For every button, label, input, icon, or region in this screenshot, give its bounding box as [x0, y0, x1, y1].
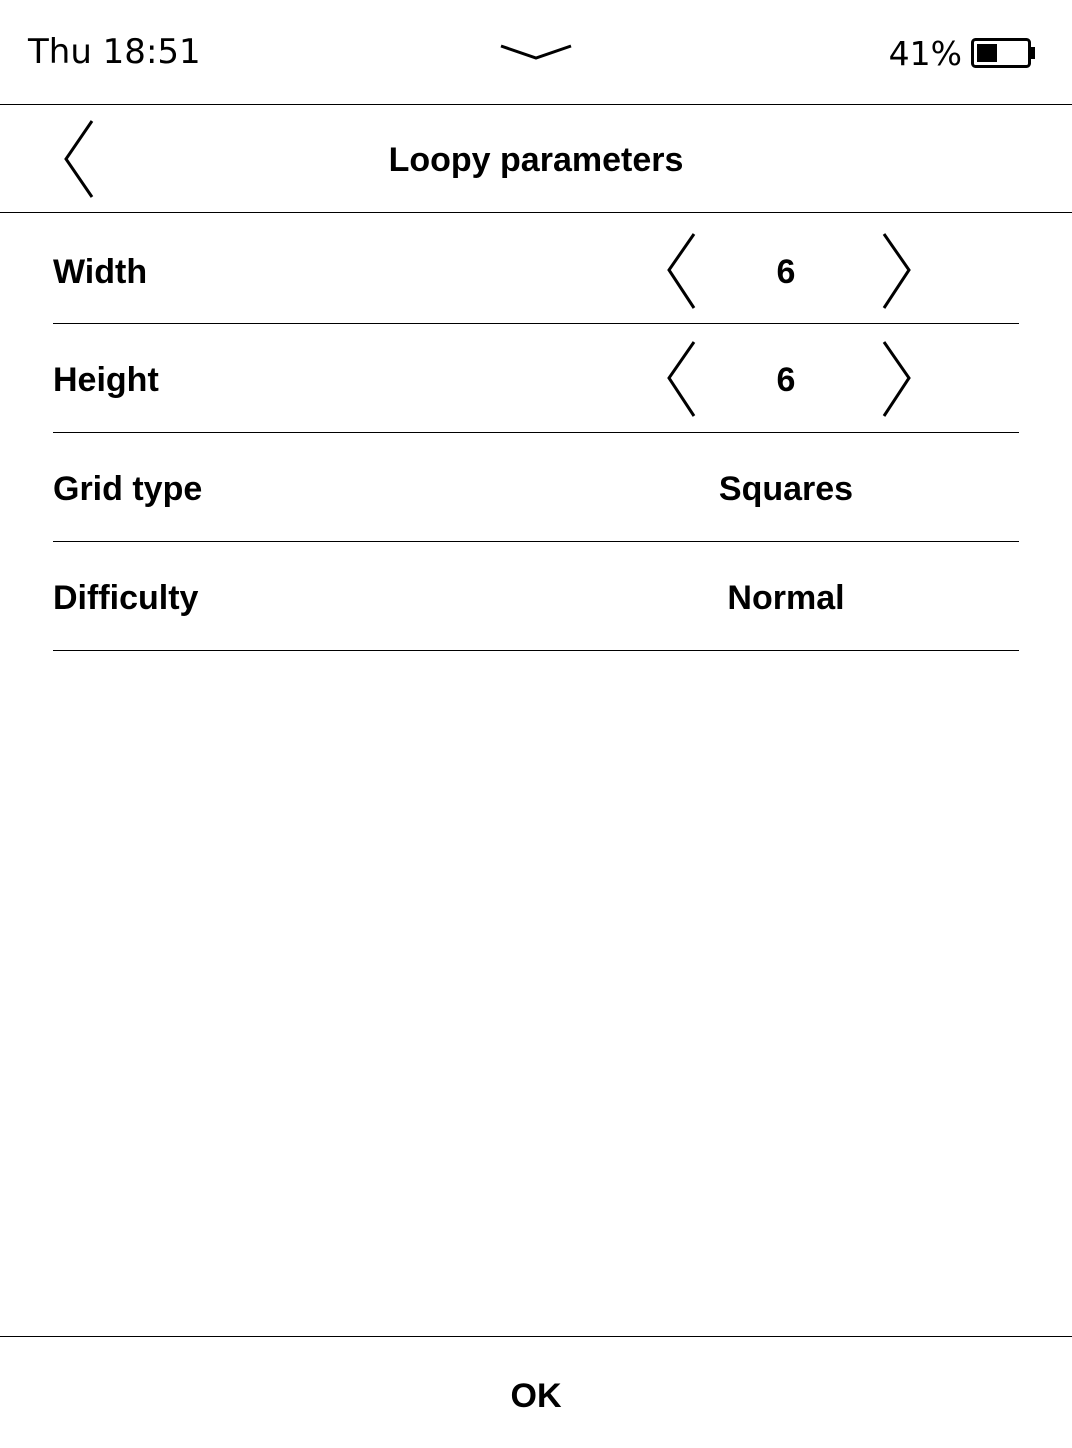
param-row-difficulty[interactable]: Difficulty Normal	[53, 542, 1019, 651]
height-increase-button[interactable]	[875, 340, 919, 418]
status-time: Thu 18:51	[28, 32, 201, 72]
parameter-list: Width 6 Height 6 Grid type Squares Diffi…	[53, 216, 1019, 651]
param-row-height: Height 6	[53, 324, 1019, 433]
chevron-right-icon	[882, 341, 911, 417]
param-label: Height	[53, 361, 159, 399]
param-label: Difficulty	[53, 579, 199, 617]
page-title: Loopy parameters	[388, 141, 684, 179]
battery-icon	[971, 38, 1037, 68]
param-label: Width	[53, 253, 148, 291]
height-value: 6	[776, 361, 796, 399]
difficulty-value[interactable]: Normal	[673, 578, 899, 618]
status-bar: Thu 18:51 41%	[0, 0, 1072, 105]
bottom-bar: OK	[0, 1336, 1072, 1448]
param-row-grid-type[interactable]: Grid type Squares	[53, 433, 1019, 542]
chevron-right-icon	[882, 233, 911, 309]
chevron-down-icon[interactable]	[500, 40, 572, 62]
ok-button[interactable]: OK	[0, 1337, 1072, 1448]
battery-fill	[977, 44, 997, 62]
grid-type-value[interactable]: Squares	[673, 469, 899, 509]
param-row-width: Width 6	[53, 216, 1019, 324]
title-bar: Loopy parameters	[0, 105, 1072, 213]
battery-percent: 41%	[888, 34, 962, 73]
width-increase-button[interactable]	[875, 232, 919, 310]
param-label: Grid type	[53, 470, 203, 508]
width-value: 6	[776, 253, 796, 291]
